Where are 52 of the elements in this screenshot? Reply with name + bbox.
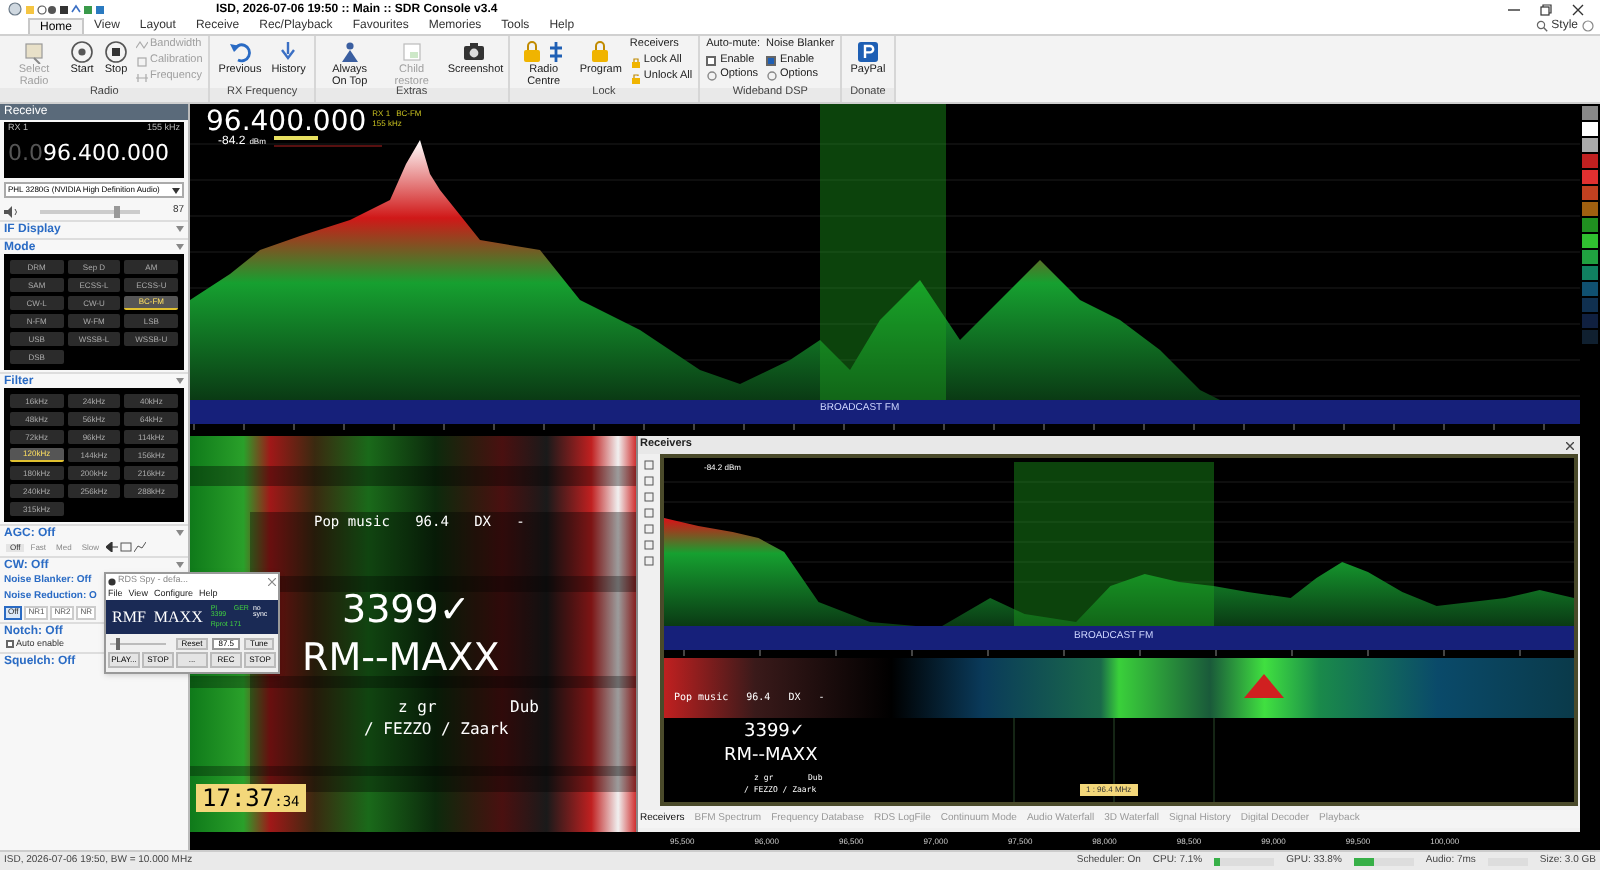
slider-icon [110, 637, 166, 649]
app-icon [108, 577, 116, 585]
checkbox[interactable] [6, 640, 14, 648]
close-icon [268, 577, 276, 585]
speaker-icon [4, 205, 20, 217]
graph-icon [133, 542, 145, 552]
restore-icon [1540, 3, 1552, 15]
undo-icon [228, 40, 252, 64]
app-icon [8, 2, 22, 16]
frequency-prefix: 0.0 [8, 141, 43, 163]
signal-meter-icon [269, 136, 382, 148]
lock-icon [588, 40, 613, 64]
figure-icon [337, 40, 362, 64]
rds-text: Dub [510, 700, 539, 716]
rds-radiotext: / FEZZO / Zaark [364, 722, 509, 738]
rds-station-name: RM--MAXX [724, 748, 818, 766]
clock-time: 17:37 [202, 786, 275, 810]
checkbox[interactable] [706, 55, 717, 66]
lock-icon [519, 40, 544, 64]
device-icon [22, 40, 46, 64]
close-icon [1566, 441, 1574, 449]
caret-icon [176, 378, 184, 384]
bandwidth-icon [136, 40, 148, 52]
rds-station-name: RM--MAXX [302, 640, 500, 678]
rds-pi-code: 3399✓ [342, 592, 471, 630]
caret-icon [176, 562, 184, 568]
toolbar-icons-drawing [26, 3, 106, 15]
station-name: RMF MAXX [112, 609, 203, 625]
slider-thumb[interactable] [113, 205, 120, 217]
caret-icon [172, 187, 180, 193]
minimize-icon [1508, 3, 1520, 15]
search-icon [1535, 20, 1548, 32]
camera-icon [461, 40, 486, 64]
passband-highlight[interactable] [820, 104, 946, 400]
lock-icon [629, 71, 642, 83]
help-icon [1582, 20, 1594, 32]
frequency-value: 96.400.000 [43, 141, 169, 163]
rds-pi-code: 3399✓ [744, 724, 805, 742]
caret-icon [176, 226, 184, 232]
checkbox[interactable] [765, 55, 776, 66]
stop-icon [104, 40, 128, 64]
rds-text: z gr [398, 700, 437, 716]
start-icon [70, 40, 94, 64]
back-arrow-icon [105, 542, 117, 552]
frequency-icon [136, 72, 148, 84]
caret-icon [176, 530, 184, 536]
frequency-readout: 96.400.000 [206, 108, 367, 136]
caret-icon [176, 244, 184, 250]
lock-icon [629, 55, 642, 67]
passband-highlight[interactable] [1014, 462, 1214, 626]
usage-bar-icon [1353, 857, 1414, 865]
close-icon [1572, 3, 1584, 15]
